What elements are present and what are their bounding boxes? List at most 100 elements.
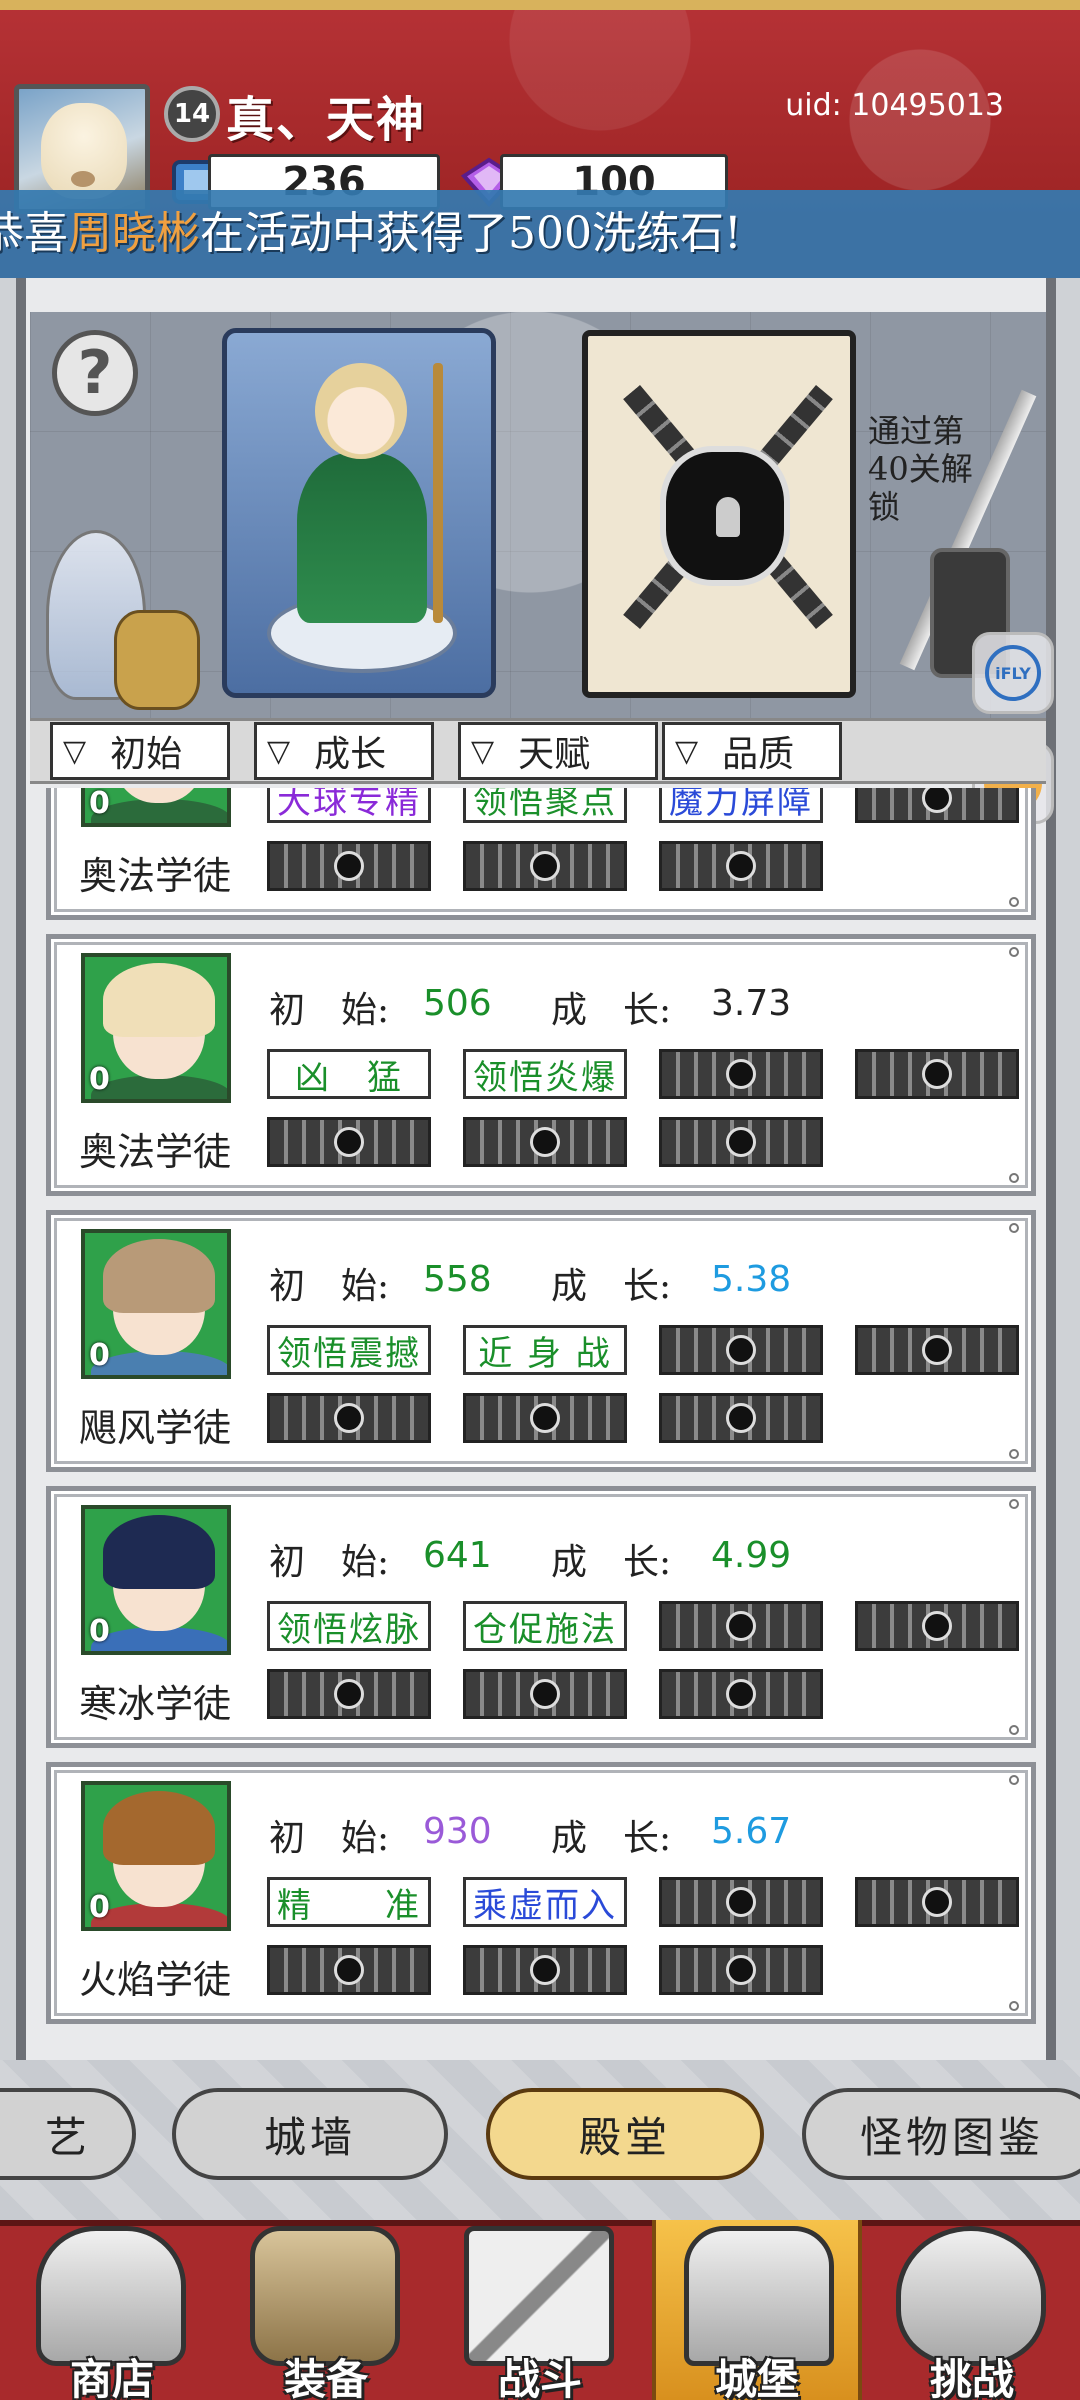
- hero-list-item[interactable]: 0 奥法学徒 初 始: 506 成 长: 3.73 凶 猛领悟炎爆: [46, 934, 1036, 1196]
- sort-initial-button[interactable]: ▽ 初始: [50, 722, 230, 780]
- padlock-icon: [922, 1887, 952, 1917]
- locked-talent-slot[interactable]: [855, 1877, 1019, 1927]
- padlock-icon: [530, 1127, 560, 1157]
- hero-list-item[interactable]: 0奥法学徒初 始:成 长:大球专精领悟聚点魔力屏障: [46, 788, 1036, 920]
- ifly-float-button[interactable]: iFLY: [972, 632, 1054, 714]
- tab-hall[interactable]: 殿堂: [486, 2088, 764, 2180]
- talent-tag[interactable]: 魔力屏障: [659, 788, 823, 823]
- locked-talent-slot[interactable]: [463, 1945, 627, 1995]
- locked-talent-slot[interactable]: [659, 1877, 823, 1927]
- nav-label: 城堡: [714, 2355, 799, 2400]
- backpack-icon: [250, 2226, 400, 2366]
- selected-hero-card[interactable]: [222, 328, 496, 698]
- hero-portrait[interactable]: 0: [81, 1781, 231, 1931]
- talent-tag[interactable]: 乘虚而入: [463, 1877, 627, 1927]
- talent-tag[interactable]: 凶 猛: [267, 1049, 431, 1099]
- padlock-icon: [334, 1679, 364, 1709]
- portrait-hair: [103, 1515, 215, 1589]
- padlock-icon: [726, 1403, 756, 1433]
- locked-talent-slot[interactable]: [267, 1669, 431, 1719]
- locked-talent-slot[interactable]: [267, 1393, 431, 1443]
- padlock-icon: [726, 1335, 756, 1365]
- sort-label: 成长: [314, 734, 387, 775]
- frame-rivet: [1009, 897, 1019, 907]
- locked-talent-slot[interactable]: [659, 1049, 823, 1099]
- help-button[interactable]: ?: [52, 330, 138, 416]
- talent-tag[interactable]: 领悟震撼: [267, 1325, 431, 1375]
- locked-talent-slot[interactable]: [267, 1117, 431, 1167]
- initial-label: 初 始:: [269, 1818, 390, 1859]
- padlock-icon: [334, 1403, 364, 1433]
- locked-talent-slot[interactable]: [855, 788, 1019, 823]
- hero-list-item[interactable]: 0 火焰学徒 初 始: 930 成 长: 5.67 精 准乘虚而入: [46, 1762, 1036, 2024]
- talent-tag[interactable]: 领悟炫脉: [267, 1601, 431, 1651]
- locked-talent-slot[interactable]: [855, 1601, 1019, 1651]
- talent-tag[interactable]: 领悟炎爆: [463, 1049, 627, 1099]
- tab-city-wall[interactable]: 城墙: [172, 2088, 448, 2180]
- locked-talent-slot[interactable]: [659, 1601, 823, 1651]
- locked-talent-slot[interactable]: [267, 1945, 431, 1995]
- hero-name: 奥法学徒: [79, 854, 232, 898]
- frame-rivet: [1009, 1173, 1019, 1183]
- initial-label: 初 始:: [269, 990, 390, 1031]
- talent-tag[interactable]: 领悟聚点: [463, 788, 627, 823]
- padlock-icon: [334, 1955, 364, 1985]
- hero-name: 飓风学徒: [79, 1406, 232, 1450]
- hero-list[interactable]: 0 奥法学徒初 始: 成 长: 大球专精领悟聚点魔力屏障 0奥法学徒初 始:506成 长…: [34, 788, 1046, 2038]
- frame-rivet: [1009, 1775, 1019, 1785]
- hero-robe: [297, 453, 427, 623]
- talent-tag[interactable]: 大球专精: [267, 788, 431, 823]
- locked-talent-slot[interactable]: [463, 1669, 627, 1719]
- locked-talent-slot[interactable]: [659, 1117, 823, 1167]
- nav-challenge[interactable]: 挑战: [872, 2220, 1072, 2400]
- initial-value: 930: [423, 1811, 492, 1852]
- top-gold-edge: [0, 0, 1080, 10]
- padlock-icon: [726, 1679, 756, 1709]
- shield-icon: [896, 2226, 1046, 2366]
- growth-value: 5.38: [711, 1259, 792, 1300]
- nav-equipment[interactable]: 装备: [226, 2220, 426, 2400]
- triangle-down-icon: ▽: [675, 733, 699, 769]
- hero-portrait[interactable]: 0: [81, 1229, 231, 1379]
- locked-talent-slot[interactable]: [855, 1325, 1019, 1375]
- hero-list-item[interactable]: 0 飓风学徒 初 始: 558 成 长: 5.38 领悟震撼近 身 战: [46, 1210, 1036, 1472]
- padlock-icon: [922, 1611, 952, 1641]
- nav-castle[interactable]: 城堡: [652, 2220, 862, 2400]
- hero-portrait[interactable]: 0: [81, 788, 231, 827]
- locked-talent-slot[interactable]: [463, 841, 627, 891]
- hero-portrait[interactable]: 0: [81, 953, 231, 1103]
- talent-tag[interactable]: 近 身 战: [463, 1325, 627, 1375]
- nav-shop[interactable]: 商店: [12, 2220, 212, 2400]
- sort-quality-button[interactable]: ▽ 品质: [662, 722, 842, 780]
- locked-talent-slot[interactable]: [659, 1393, 823, 1443]
- locked-talent-slot[interactable]: [855, 1049, 1019, 1099]
- sort-growth-button[interactable]: ▽ 成长: [254, 722, 434, 780]
- sort-talent-button[interactable]: ▽ 天赋: [458, 722, 658, 780]
- hero-portrait[interactable]: 0: [81, 1505, 231, 1655]
- nav-label: 挑战: [929, 2355, 1014, 2400]
- nav-label: 战斗: [497, 2355, 582, 2400]
- locked-talent-slot[interactable]: [659, 841, 823, 891]
- tab-monster-codex[interactable]: 怪物图鉴: [802, 2088, 1080, 2180]
- locked-talent-slot[interactable]: [659, 1945, 823, 1995]
- hero-list-item[interactable]: 0 寒冰学徒 初 始: 641 成 长: 4.99 领悟炫脉 仓促施法: [46, 1486, 1036, 1748]
- locked-talent-slot[interactable]: [267, 841, 431, 891]
- hero-count: 0: [89, 1062, 110, 1097]
- padlock-icon: [660, 446, 790, 586]
- talent-tag[interactable]: 精 准: [267, 1877, 431, 1927]
- locked-slot-card[interactable]: [582, 330, 856, 698]
- padlock-icon: [726, 1059, 756, 1089]
- locked-talent-slot[interactable]: [659, 1669, 823, 1719]
- tab-craft[interactable]: 艺: [0, 2088, 136, 2180]
- growth-label: 成 长:: [551, 990, 672, 1031]
- padlock-icon: [334, 851, 364, 881]
- tab-label: 艺: [44, 2112, 91, 2162]
- avatar-nose: [71, 171, 95, 187]
- locked-talent-slot[interactable]: [463, 1117, 627, 1167]
- padlock-icon: [922, 788, 952, 813]
- talent-tag[interactable]: 仓促施法: [463, 1601, 627, 1651]
- locked-talent-slot[interactable]: [659, 1325, 823, 1375]
- locked-talent-slot[interactable]: [463, 1393, 627, 1443]
- crossed-swords-icon: [464, 2226, 614, 2366]
- nav-battle[interactable]: 战斗: [440, 2220, 640, 2400]
